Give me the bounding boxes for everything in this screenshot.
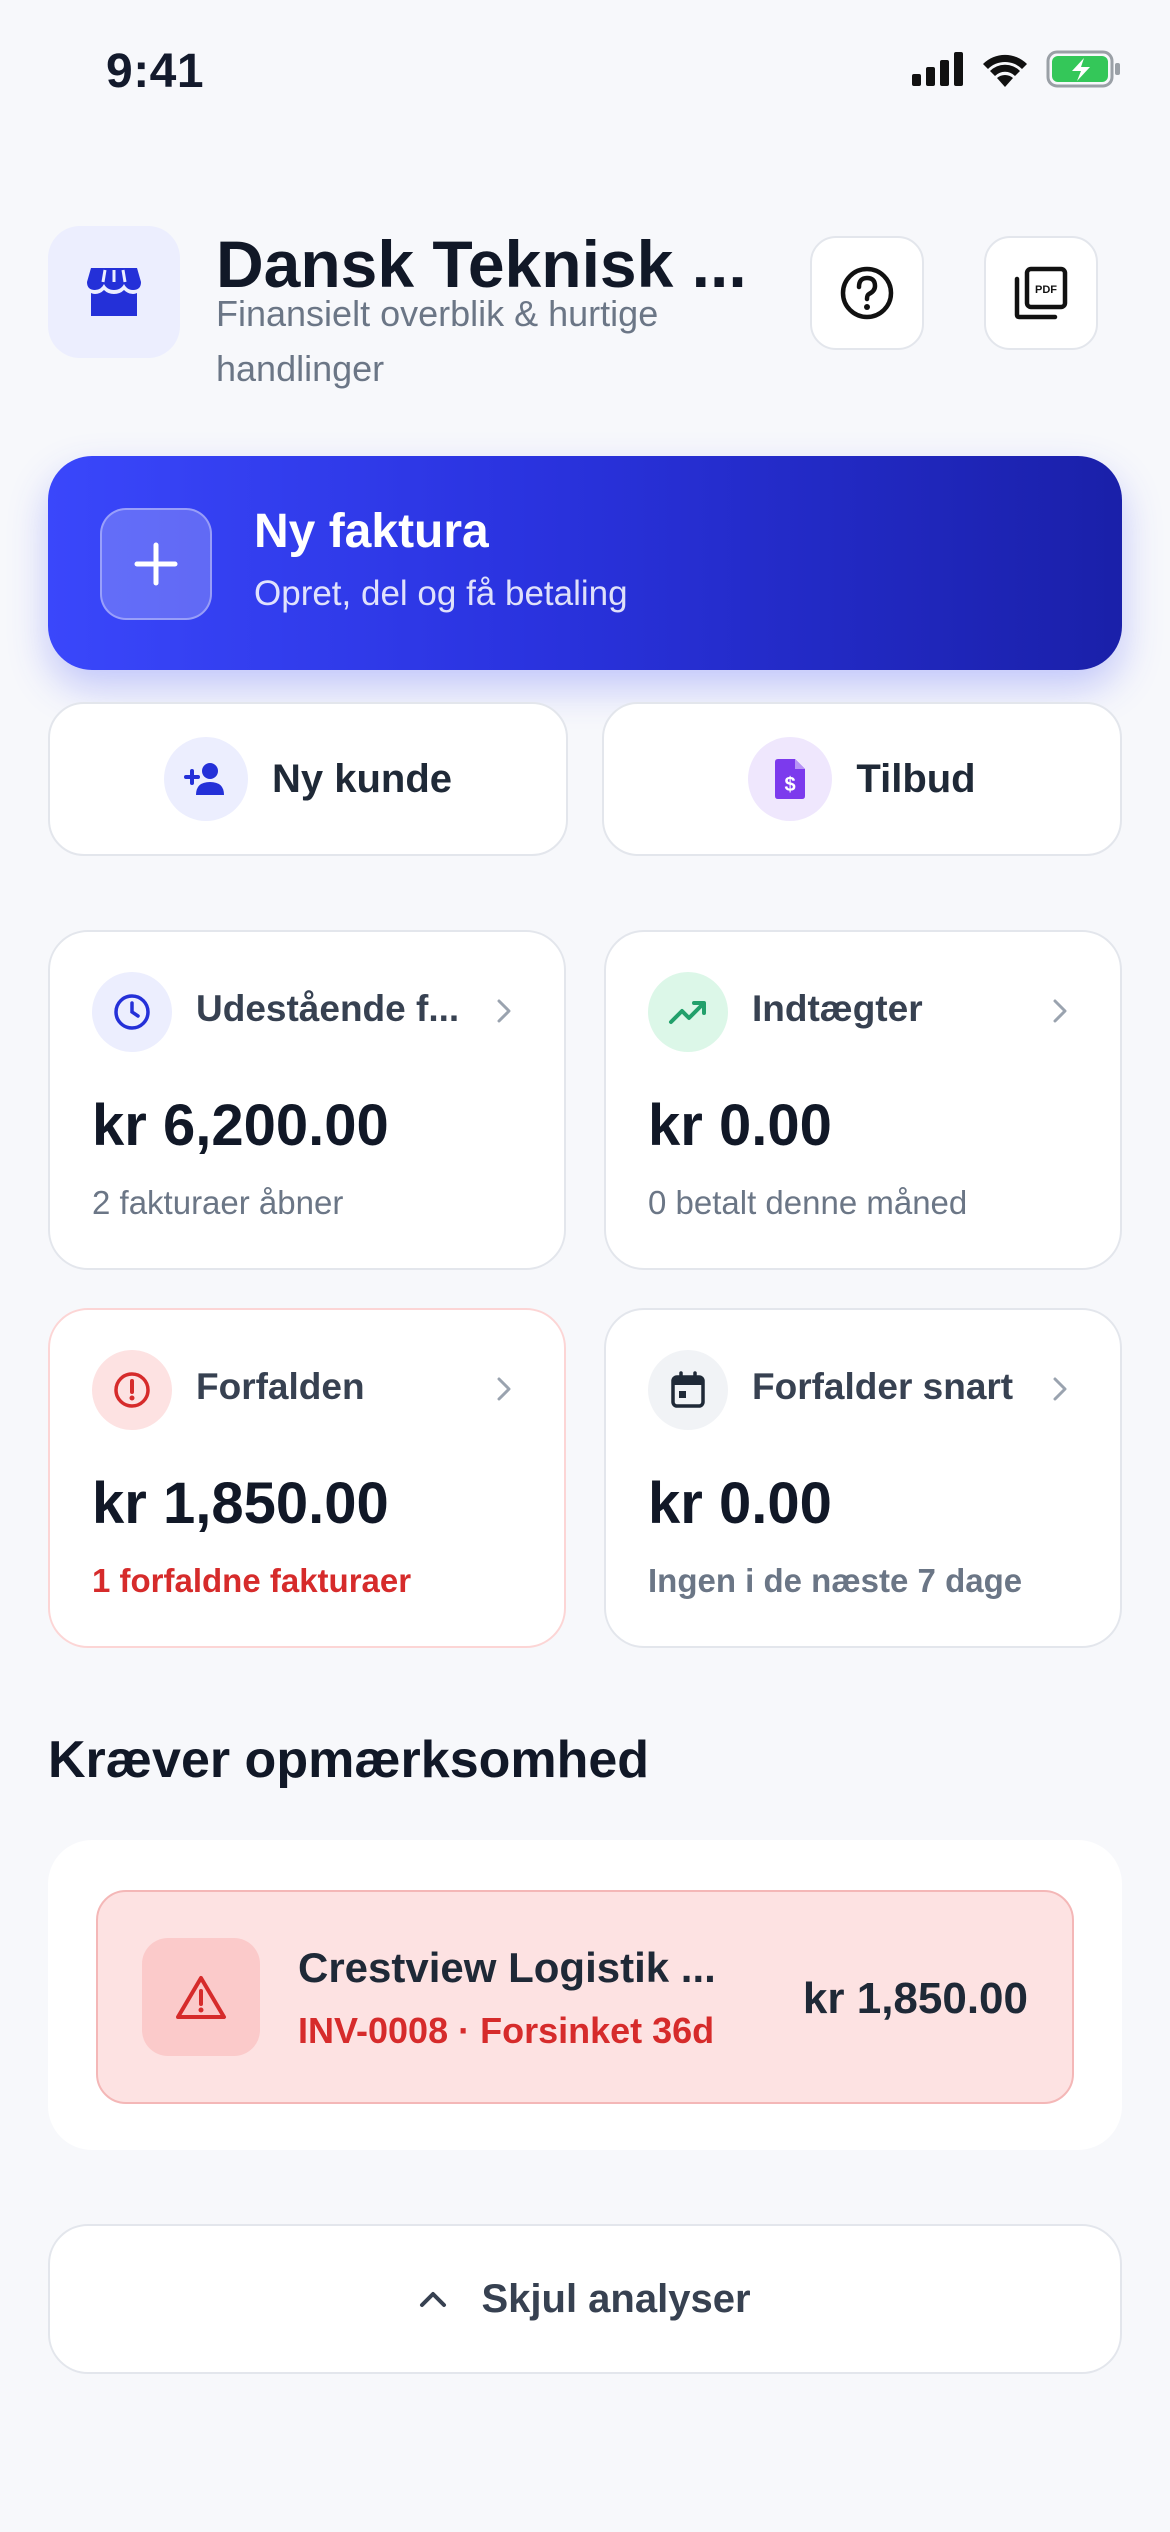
alert-circle-icon [92,1350,172,1430]
pdf-icon: PDF [1014,266,1068,320]
quote-document-icon: $ [748,737,833,821]
stat-card-revenue[interactable]: Indtægter kr 0.00 0 betalt denne måned [604,930,1122,1270]
stat-note: Ingen i de næste 7 dage [648,1562,1023,1599]
stat-value: kr 6,200.00 [92,1093,389,1158]
chevron-up-icon [420,2292,447,2307]
attention-item[interactable]: Crestview Logistik ... INV-0008 · Forsin… [96,1890,1074,2104]
attention-invoice-meta: INV-0008 · Forsinket 36d [298,2010,715,2051]
stat-label: Indtægter [752,988,923,1029]
battery-charging-icon [1046,50,1120,88]
attention-section-title: Kræver opmærksomhed [48,1731,650,1789]
attention-customer-name: Crestview Logistik ... [298,1944,716,1991]
store-icon [87,268,141,316]
stat-note: 2 fakturaer åbner [92,1184,344,1221]
quote-button[interactable]: $ Tilbud [602,702,1122,856]
attention-amount: kr 1,850.00 [802,1974,1028,2023]
pdf-export-button[interactable]: PDF [984,236,1098,350]
new-invoice-button[interactable]: Ny faktura Opret, del og få betaling [48,456,1122,670]
pdf-icon-label: PDF [1035,284,1057,296]
store-avatar [48,226,180,358]
stat-value: kr 1,850.00 [92,1471,389,1536]
help-icon [840,266,894,320]
quote-label: Tilbud [856,756,976,801]
hide-analytics-label: Skjul analyser [481,2276,751,2321]
status-time: 9:41 [106,45,205,98]
warning-triangle-icon [142,1938,260,2056]
plus-icon [100,508,212,620]
stat-value: kr 0.00 [648,1093,832,1158]
new-customer-button[interactable]: Ny kunde [48,702,568,856]
hide-analytics-button[interactable]: Skjul analyser [48,2224,1122,2374]
status-icons [912,50,1122,88]
stat-label: Forfalder snart [752,1366,1014,1407]
stat-value: kr 0.00 [648,1471,832,1536]
add-user-icon [163,737,248,821]
clock-icon [92,972,172,1052]
attention-list: Crestview Logistik ... INV-0008 · Forsin… [48,1840,1122,2150]
chevron-right-icon [1053,1377,1067,1401]
new-customer-label: Ny kunde [271,756,453,801]
header-subtitle: Finansielt overblik & hurtige handlinger [216,293,659,389]
stat-card-overdue[interactable]: Forfalden kr 1,850.00 1 forfaldne faktur… [48,1308,566,1648]
signal-icon [912,52,963,86]
svg-text:$: $ [785,774,796,796]
calendar-icon [648,1350,728,1430]
dashboard-screen: 9:41 Dansk Teknisk ... Finansielt overbl… [0,0,1170,2532]
new-invoice-subtitle: Opret, del og få betaling [254,574,628,613]
stat-label: Udestående f... [196,988,460,1029]
chevron-right-icon [497,999,511,1023]
status-bar: 9:41 [0,0,1170,150]
trending-up-icon [648,972,728,1052]
stat-note: 0 betalt denne måned [648,1184,968,1221]
new-invoice-title: Ny faktura [254,505,489,558]
stat-card-due-soon[interactable]: Forfalder snart kr 0.00 Ingen i de næste… [604,1308,1122,1648]
header: Dansk Teknisk ... Finansielt overblik & … [48,226,1122,396]
stat-card-outstanding[interactable]: Udestående f... kr 6,200.00 2 fakturaer … [48,930,566,1270]
stat-note: 1 forfaldne fakturaer [92,1562,412,1599]
help-button[interactable] [810,236,924,350]
chevron-right-icon [497,1377,511,1401]
stat-label: Forfalden [196,1366,365,1407]
chevron-right-icon [1053,999,1067,1023]
wifi-icon [983,54,1027,87]
